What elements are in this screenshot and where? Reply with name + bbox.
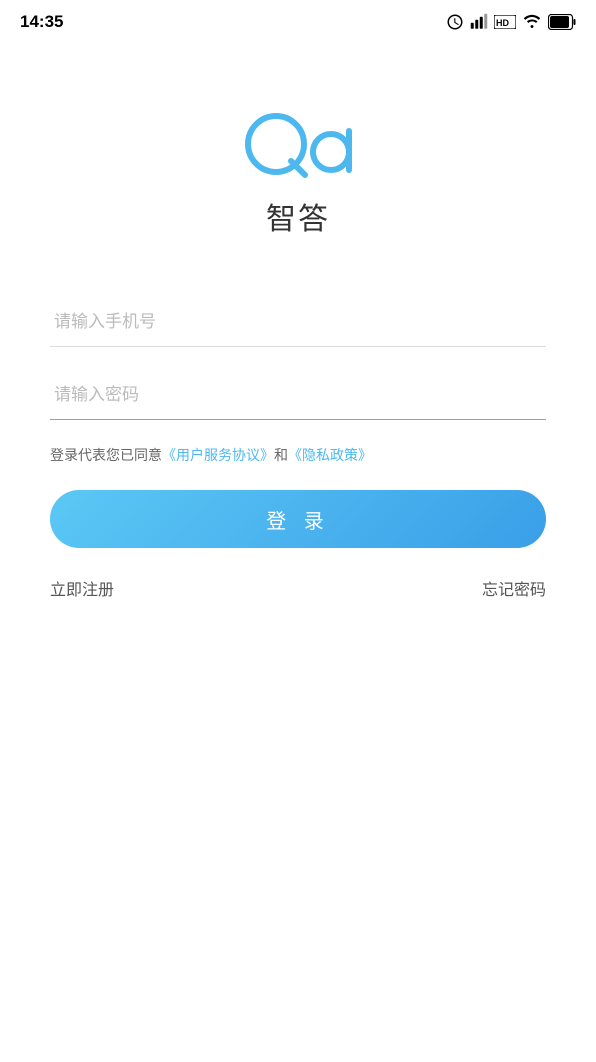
wifi-icon — [522, 13, 542, 31]
service-agreement-link[interactable]: 《用户服务协议》 — [162, 447, 274, 463]
login-button[interactable]: 登 录 — [50, 490, 546, 548]
logo-container: 智答 — [233, 104, 363, 238]
signal-icon — [470, 13, 488, 31]
register-link[interactable]: 立即注册 — [50, 576, 114, 600]
battery-icon — [548, 14, 576, 30]
app-logo — [233, 104, 363, 184]
status-icons: HD — [446, 13, 576, 31]
agreement-text: 登录代表您已同意《用户服务协议》和《隐私政策》 — [50, 444, 546, 466]
app-name: 智答 — [266, 194, 330, 238]
form-container: 登录代表您已同意《用户服务协议》和《隐私政策》 登 录 — [50, 298, 546, 576]
password-input[interactable] — [50, 371, 546, 420]
phone-input[interactable] — [50, 298, 546, 347]
main-content: 智答 登录代表您已同意《用户服务协议》和《隐私政策》 登 录 立即注册 忘记密码 — [0, 44, 596, 640]
svg-text:HD: HD — [496, 18, 509, 28]
agreement-prefix: 登录代表您已同意 — [50, 447, 162, 463]
alarm-icon — [446, 13, 464, 31]
privacy-policy-link[interactable]: 《隐私政策》 — [288, 447, 372, 463]
forgot-password-link[interactable]: 忘记密码 — [482, 576, 546, 600]
status-bar: 14:35 HD — [0, 0, 596, 44]
bottom-links: 立即注册 忘记密码 — [50, 576, 546, 600]
hd-icon: HD — [494, 15, 516, 29]
agreement-connector: 和 — [274, 447, 288, 463]
status-time: 14:35 — [20, 12, 63, 32]
